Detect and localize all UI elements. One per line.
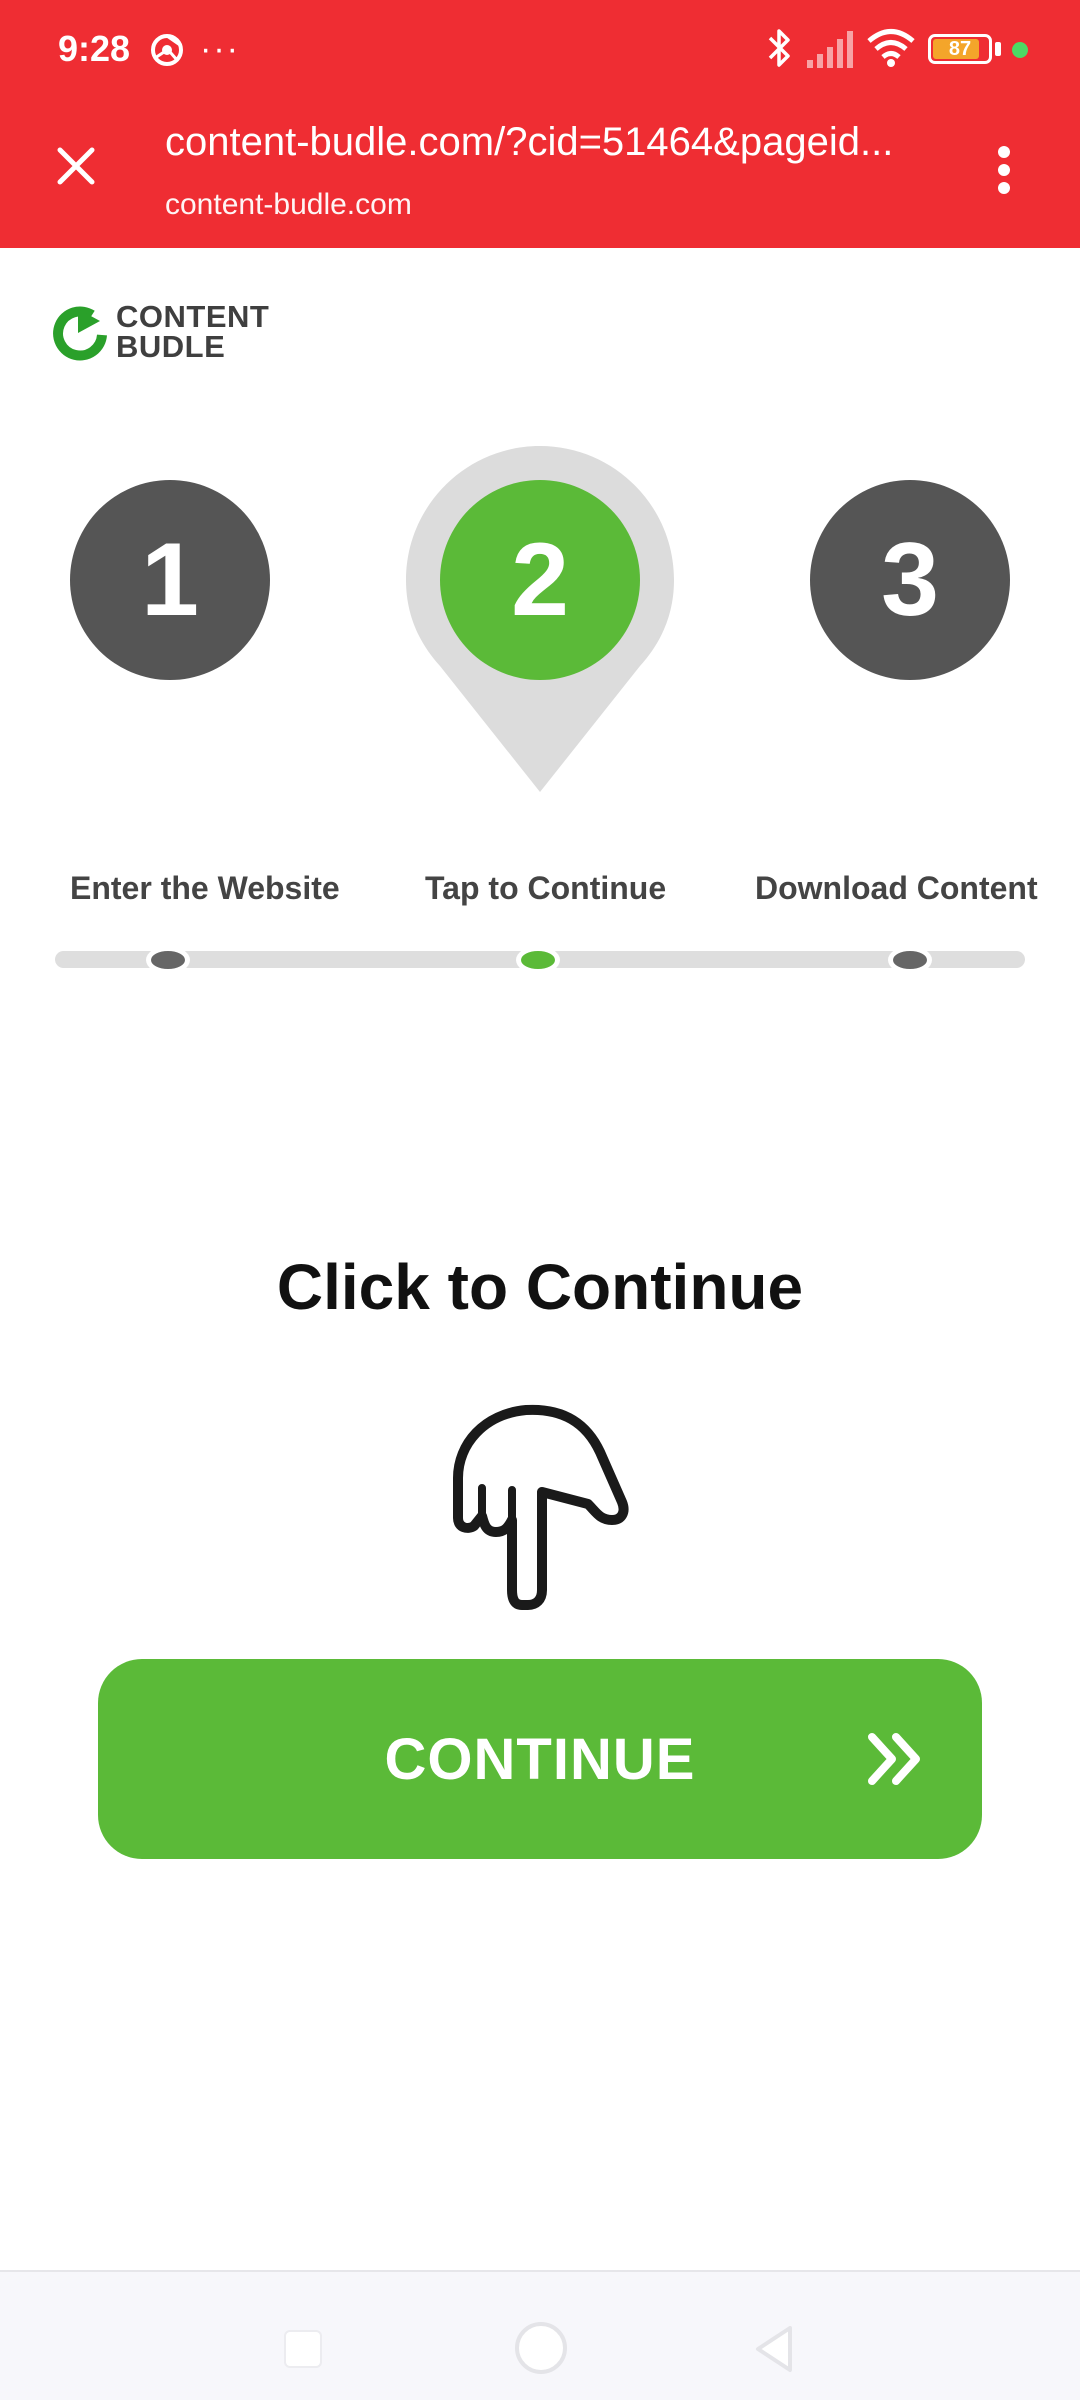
logo-text: CONTENT BUDLE [116, 299, 270, 364]
close-button[interactable] [40, 130, 112, 202]
continue-button-label: CONTINUE [384, 1726, 696, 1792]
chrome-icon [151, 34, 183, 66]
progress-marker-1 [146, 946, 190, 974]
progress-marker-2 [516, 946, 560, 974]
close-icon [57, 147, 95, 185]
status-time: 9:28 [58, 28, 131, 69]
battery-tip [995, 42, 1001, 56]
page: 9:28 ··· 87 content-budle.com/?cid=51464… [0, 0, 1080, 2400]
privacy-indicator-dot [1012, 42, 1028, 58]
step-3-label: Download Content [755, 870, 1038, 906]
brand-logo[interactable]: CONTENT BUDLE [52, 300, 269, 364]
more-vert-icon [998, 146, 1010, 194]
system-nav-bar [0, 2270, 1080, 2400]
menu-button[interactable] [976, 130, 1032, 210]
cta-title: Click to Continue [276, 1251, 804, 1323]
battery-level: 87 [948, 38, 972, 60]
logo-line-2: BUDLE [116, 329, 226, 364]
logo-mark-icon [53, 306, 107, 361]
step-3-circle: 3 [810, 480, 1010, 680]
step-2-circle: 2 [440, 480, 640, 680]
page-url[interactable]: content-budle.com/?cid=51464&pageid... [165, 120, 925, 165]
pointing-hand-down-icon [453, 1404, 629, 1610]
browser-top-bar: 9:28 ··· 87 content-budle.com/?cid=51464… [0, 0, 1080, 248]
step-2-label: Tap to Continue [425, 870, 667, 906]
recent-apps-button[interactable] [284, 2330, 322, 2368]
progress-marker-3 [888, 946, 932, 974]
home-button[interactable] [515, 2322, 567, 2374]
wifi-icon [867, 29, 915, 67]
step-1-circle: 1 [70, 480, 270, 680]
battery-icon: 87 [928, 34, 992, 64]
logo-line-1: CONTENT [116, 299, 270, 334]
page-domain: content-budle.com [165, 188, 412, 221]
continue-button[interactable]: CONTINUE [98, 1659, 982, 1859]
back-button[interactable] [752, 2324, 794, 2374]
status-bar: 9:28 ··· 87 [0, 0, 1080, 100]
double-chevron-right-icon [868, 1733, 920, 1785]
bluetooth-icon [768, 29, 790, 67]
signal-icon [807, 31, 853, 68]
step-1-label: Enter the Website [70, 870, 340, 906]
more-notifications-icon: ··· [200, 30, 240, 68]
